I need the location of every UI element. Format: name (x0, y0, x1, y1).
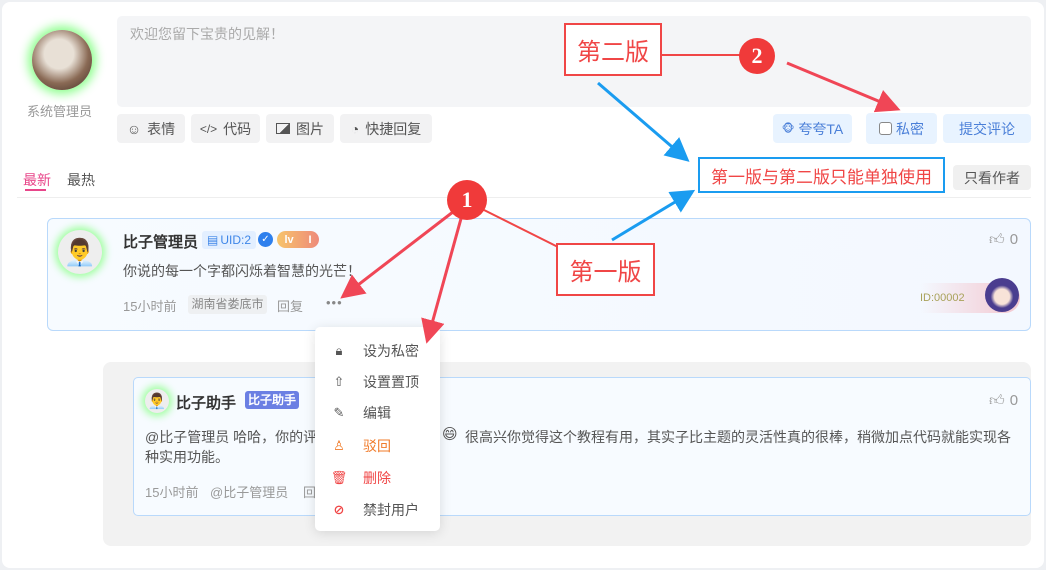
arrow-v2-to-note (597, 81, 690, 162)
arrow-to-private (786, 61, 901, 113)
connector-line-v1 (479, 207, 561, 249)
annotation-v1-label: 第一版 (556, 243, 655, 296)
annotation-v2-label: 第二版 (564, 23, 662, 76)
annotation-note: 第一版与第二版只能单独使用 (698, 157, 945, 193)
arrow-v1-to-note (611, 189, 696, 242)
annotation-number-2: 2 (739, 38, 775, 74)
annotation-arrows (340, 54, 901, 344)
annotation-number-1: 1 (447, 180, 487, 220)
arrow-to-menu (421, 214, 464, 344)
